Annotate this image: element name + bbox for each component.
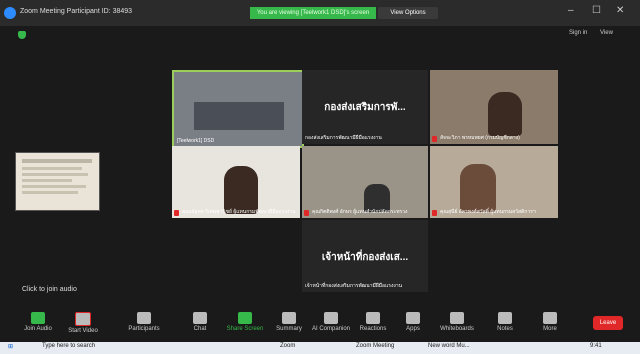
video-tile[interactable]: คุณณัฐพล วิเศษพานิชย์ ผู้แทนกรมพัฒนาฝีมื… (172, 146, 300, 218)
reactions-icon (366, 312, 380, 324)
taskbar-zoom[interactable]: Zoom (280, 343, 295, 349)
notes-icon (498, 312, 512, 324)
taskbar-zoom-meeting[interactable]: Zoom Meeting (356, 343, 394, 349)
title-bar: Zoom Meeting Participant ID: 38493 You a… (0, 0, 640, 26)
close-button[interactable]: ✕ (616, 5, 624, 16)
participant-name: กองส่งเสริมการพัฒนามีฝีมือแรงงาน (305, 135, 382, 141)
video-off-icon (75, 312, 91, 326)
name-tile[interactable]: กองส่งเสริมการพั... กองส่งเสริมการพัฒนาม… (302, 70, 428, 144)
participant-name: คุณกิตติพงศ์ อักษร ผู้แทนสำนักปลัดกระทรว… (312, 209, 408, 215)
video-tile[interactable]: คุณสุนีย์ อัครพงศ์สวัสดิ์ ผู้แทนกรมสวัสด… (430, 146, 558, 218)
chat-icon (193, 312, 207, 324)
video-tile[interactable]: คุณกิตติพงศ์ อักษร ผู้แทนสำนักปลัดกระทรว… (302, 146, 428, 218)
more-button[interactable]: More (522, 306, 578, 340)
zoom-logo-icon (4, 7, 16, 19)
minimize-button[interactable]: – (568, 5, 574, 16)
participant-name: เจ้าหน้าที่กองส่งเสริมการพัฒนามีฝีมือแรง… (305, 283, 403, 289)
headphones-icon (31, 312, 45, 324)
ai-companion-icon (324, 312, 338, 324)
participant-name: [Teelwork1] DSD (177, 138, 215, 144)
maximize-button[interactable]: ☐ (592, 5, 601, 16)
whiteboard-icon (450, 312, 464, 324)
participants-button[interactable]: Participants (116, 306, 172, 340)
taskbar-word[interactable]: New word Mu... (428, 343, 470, 349)
view-options-button[interactable]: View Options (378, 7, 438, 19)
windows-taskbar: ⊞ Type here to search Zoom Zoom Meeting … (0, 342, 640, 354)
security-shield-icon[interactable] (18, 31, 26, 39)
participant-initial-name: กองส่งเสริมการพั... (324, 102, 406, 113)
mic-muted-icon (432, 210, 437, 216)
screen-share-banner: You are viewing [Teelwork1 DSD]'s screen (250, 7, 376, 19)
video-tile[interactable]: [Teelwork1] DSD (172, 70, 304, 148)
participant-initial-name: เจ้าหน้าที่กองส่งเส... (321, 252, 409, 263)
start-video-button[interactable]: Start Video (55, 306, 111, 340)
video-tile[interactable]: สัจจะวิภา พรหมพยศ (กรมบัญชีกลาง) (430, 70, 558, 144)
clock: 9:41 (590, 343, 602, 349)
participants-icon (137, 312, 151, 324)
shared-screen-thumbnail[interactable] (15, 152, 100, 211)
view-button[interactable]: View (600, 30, 613, 36)
sign-in-link[interactable]: Sign in (569, 30, 587, 36)
mic-muted-icon (432, 136, 437, 142)
more-icon (543, 312, 557, 324)
start-icon[interactable]: ⊞ (8, 343, 13, 350)
participant-name: คุณณัฐพล วิเศษพานิชย์ ผู้แทนกรมพัฒนาฝีมื… (182, 209, 296, 215)
participant-name: สัจจะวิภา พรหมพยศ (กรมบัญชีกลาง) (440, 135, 520, 141)
taskbar-search[interactable]: Type here to search (42, 343, 95, 349)
participant-name: คุณสุนีย์ อัครพงศ์สวัสดิ์ ผู้แทนกรมสวัสด… (440, 209, 536, 215)
window-title: Zoom Meeting Participant ID: 38493 (20, 8, 133, 15)
mic-muted-icon (174, 210, 179, 216)
share-screen-icon (238, 312, 252, 324)
click-to-join-audio-tooltip[interactable]: Click to join audio (22, 286, 77, 293)
apps-icon (406, 312, 420, 324)
mic-muted-icon (304, 210, 309, 216)
leave-button[interactable]: Leave (593, 316, 623, 330)
meeting-info-bar (0, 26, 640, 44)
name-tile[interactable]: เจ้าหน้าที่กองส่งเส... เจ้าหน้าที่กองส่ง… (302, 220, 428, 292)
summary-icon (282, 312, 296, 324)
